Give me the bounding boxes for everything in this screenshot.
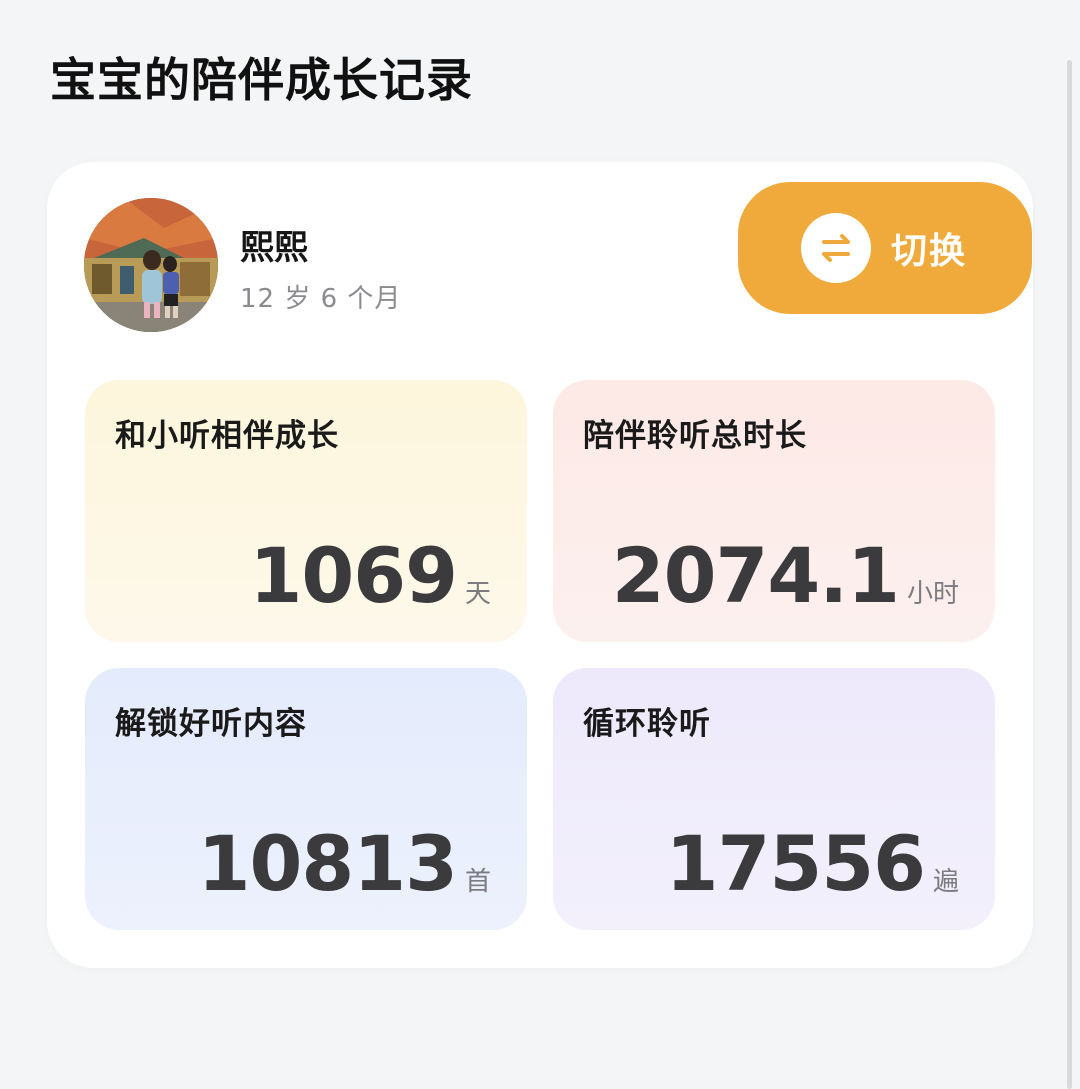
stat-unit: 首 (464, 867, 491, 897)
swap-arrows-icon (801, 213, 871, 283)
scrollbar[interactable] (1067, 60, 1072, 1089)
stat-unit: 小时 (906, 579, 959, 609)
stat-card-unlocked-content[interactable]: 解锁好听内容 10813 首 (85, 668, 527, 930)
stat-card-listening-hours[interactable]: 陪伴聆听总时长 2074.1 小时 (553, 380, 995, 642)
stat-label: 和小听相伴成长 (115, 418, 339, 454)
switch-child-button[interactable]: 切换 (738, 182, 1032, 314)
child-age: 12 岁 6 个月 (240, 284, 402, 314)
stat-unit: 天 (464, 579, 491, 609)
switch-button-label: 切换 (891, 231, 968, 272)
stat-unit: 遍 (932, 867, 959, 897)
stat-value: 10813 (197, 819, 458, 908)
stat-label: 循环聆听 (583, 706, 711, 742)
stat-card-repeat-listening[interactable]: 循环聆听 17556 遍 (553, 668, 995, 930)
child-name: 熙熙 (240, 228, 308, 268)
stat-value: 1069 (249, 531, 458, 620)
child-photo-avatar-icon (84, 198, 218, 332)
stat-label: 解锁好听内容 (115, 706, 307, 742)
page-title: 宝宝的陪伴成长记录 (50, 53, 473, 107)
stat-value: 2074.1 (611, 531, 900, 620)
avatar[interactable] (84, 198, 218, 332)
stat-value: 17556 (665, 819, 926, 908)
stat-label: 陪伴聆听总时长 (583, 418, 807, 454)
stat-card-days-together[interactable]: 和小听相伴成长 1069 天 (85, 380, 527, 642)
